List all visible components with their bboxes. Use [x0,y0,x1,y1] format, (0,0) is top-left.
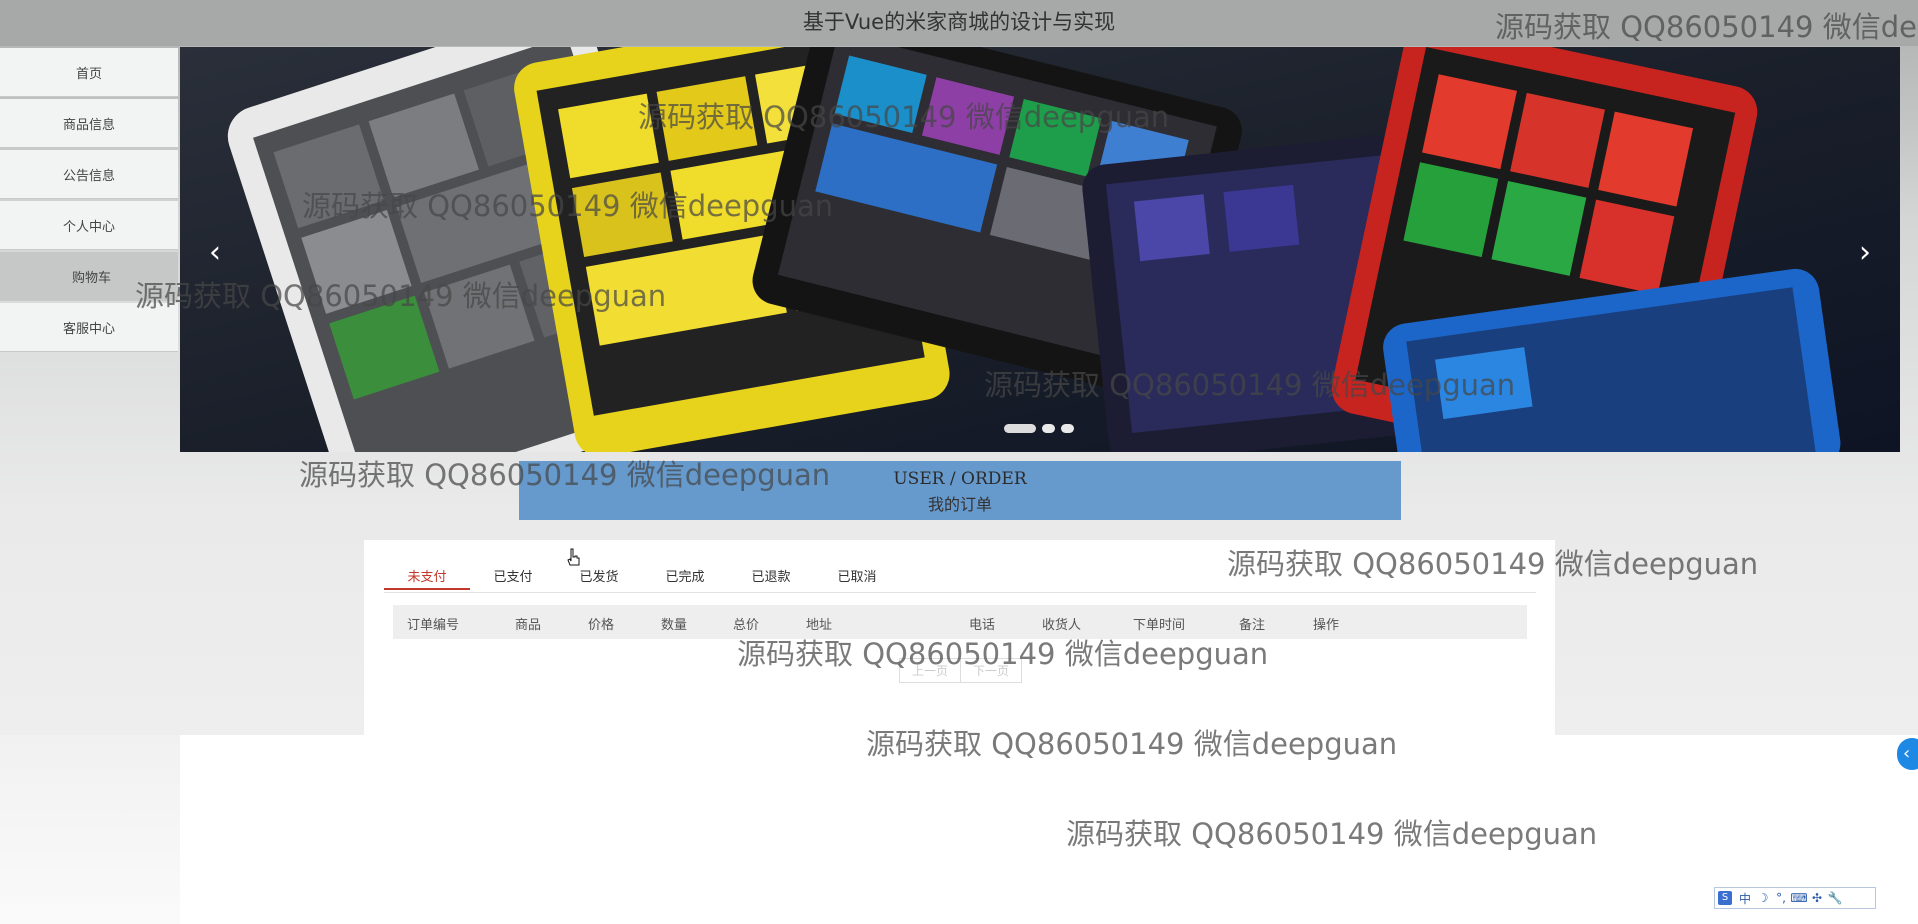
tab-refunded[interactable]: 已退款 [728,552,814,588]
col-product: 商品 [515,618,542,633]
col-remark: 备注 [1239,618,1266,633]
ime-lang-toggle[interactable]: 中 [1736,890,1754,907]
sidebar-item-profile[interactable]: 个人中心 [0,201,178,250]
carousel-prev-button[interactable]: ‹ [200,233,230,273]
carousel-image [180,47,1900,452]
carousel-indicators [1004,424,1074,433]
order-banner-cn: 我的订单 [927,495,992,514]
col-receiver: 收货人 [1042,618,1082,633]
tab-cancelled[interactable]: 已取消 [814,552,900,588]
tab-completed[interactable]: 已完成 [642,552,728,588]
next-page-button[interactable]: 下一页 [961,658,1023,683]
ime-logo-icon: S [1718,891,1732,905]
top-header: 基于Vue的米家商城的设计与实现 [0,0,1918,46]
watermark-text: 源码获取 QQ86050149 微信deepguan [1066,817,1598,851]
order-panel: 未支付 已支付 已发货 已完成 已退款 已取消 订单编号 商品 价格 数量 总价… [364,540,1555,736]
sidebar-item-home[interactable]: 首页 [0,48,178,97]
prev-page-button[interactable]: 上一页 [899,658,962,683]
col-total: 总价 [733,618,760,633]
col-order-no: 订单编号 [407,618,460,633]
order-status-tabs: 未支付 已支付 已发货 已完成 已退款 已取消 [384,552,900,590]
tab-divider [384,592,1536,593]
page-background-lower [0,735,180,924]
col-price: 价格 [588,618,615,633]
sidebar-item-notices[interactable]: 公告信息 [0,150,178,199]
ime-keyboard-icon[interactable]: ⌨ [1790,891,1808,905]
col-address: 地址 [806,618,833,633]
sidebar-nav: 首页 商品信息 公告信息 个人中心 购物车 客服中心 [0,48,178,354]
col-actions: 操作 [1313,618,1340,633]
col-quantity: 数量 [661,618,688,633]
sidebar-item-cart[interactable]: 购物车 [0,252,178,301]
ime-toolbar[interactable]: S 中 ☽ °, ⌨ ✣ 🔧 [1714,887,1876,909]
hand-cursor-icon [567,548,580,566]
tab-paid[interactable]: 已支付 [470,552,556,588]
ime-punctuation-icon[interactable]: °, [1772,891,1790,905]
carousel-next-button[interactable]: › [1850,233,1880,273]
order-banner-en: USER / ORDER [893,469,1027,489]
col-order-time: 下单时间 [1133,618,1186,633]
ime-skin-icon[interactable]: ✣ [1808,891,1826,905]
carousel-indicator-3[interactable] [1061,424,1074,433]
carousel-indicator-2[interactable] [1042,424,1055,433]
ime-settings-icon[interactable]: 🔧 [1826,891,1844,905]
pagination: 上一页 下一页 [899,658,1023,683]
carousel-indicator-1[interactable] [1004,424,1036,433]
sidebar-item-service[interactable]: 客服中心 [0,303,178,352]
tab-unpaid[interactable]: 未支付 [384,552,470,590]
site-title: 基于Vue的米家商城的设计与实现 [802,10,1116,34]
col-phone: 电话 [969,618,996,633]
sidebar-item-products[interactable]: 商品信息 [0,99,178,148]
ime-moon-icon[interactable]: ☽ [1754,891,1772,905]
banner-carousel: ‹ › [180,47,1900,452]
chevron-left-icon[interactable]: ‹ [1897,738,1918,770]
order-section-banner: USER / ORDER 我的订单 [519,461,1401,520]
order-table-header: 订单编号 商品 价格 数量 总价 地址 电话 收货人 下单时间 备注 操作 [393,605,1527,639]
